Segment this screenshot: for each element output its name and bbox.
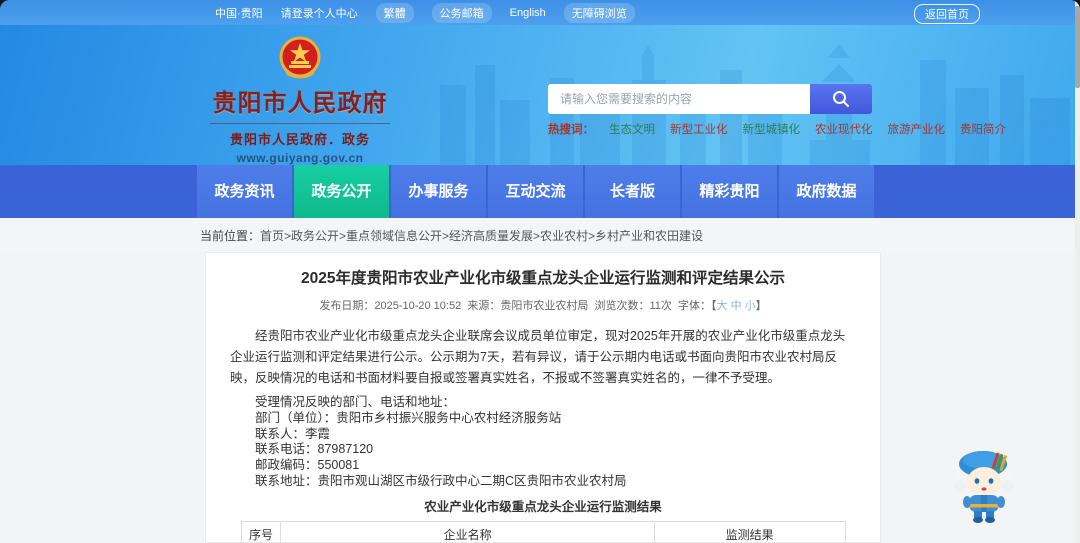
site-logo-block[interactable]: 贵阳市人民政府 贵阳市人民政府．政务 www.guiyang.gov.cn (210, 35, 390, 165)
national-emblem-icon (279, 36, 321, 79)
site-header-banner: 贵阳市人民政府 贵阳市人民政府．政务 www.guiyang.gov.cn 热搜… (0, 25, 1080, 165)
mascot-icon (954, 451, 1014, 523)
back-home-button[interactable]: 返回首页 (914, 4, 980, 24)
hot-search-row: 热搜词： 生态文明 新型工业化 新型城镇化 农业现代化 旅游产业化 贵阳简介 (548, 121, 1006, 137)
link-traditional-chinese[interactable]: 繁體 (375, 2, 414, 23)
hot-word-guiyang-intro[interactable]: 贵阳简介 (960, 121, 1006, 137)
hot-word-tourism[interactable]: 旅游产业化 (888, 121, 946, 137)
paragraph-accept-intro: 受理情况反映的部门、电话和地址： (255, 395, 456, 409)
monitor-result-table: 序号 企业名称 监测结果 1 贵州合力超市采购有限公司 合格 2 贵州友禾种业有… (240, 520, 846, 542)
nav-items: 政务资讯 政务公开 办事服务 互动交流 长者版 精彩贵阳 政府数据 (197, 165, 874, 218)
hot-word-industrialization[interactable]: 新型工业化 (670, 121, 728, 137)
font-size-medium-button[interactable]: 中 (731, 300, 742, 312)
breadcrumb-path[interactable]: 首页>政务公开>重点领域信息公开>经济高质量发展>农业农村>乡村产业和农田建设 (260, 227, 703, 244)
article-title: 2025年度贵阳市农业产业化市级重点龙头企业运行监测和评定结果公示 (301, 270, 785, 287)
source-label: 来源： (467, 300, 501, 312)
nav-item-interaction[interactable]: 互动交流 (488, 165, 583, 218)
paragraph-postal-code: 邮政编码：550081 (255, 458, 360, 473)
hot-word-ecology[interactable]: 生态文明 (609, 121, 655, 137)
nav-item-gov-disclosure[interactable]: 政务公开 (294, 165, 389, 218)
article-meta: 发布日期：2025-10-20 10:52 来源：贵阳市农业农村局 浏览次数：1… (230, 297, 856, 313)
search-button[interactable] (810, 84, 872, 114)
site-title: 贵阳市人民政府 (212, 90, 388, 117)
site-url: www.guiyang.gov.cn (236, 151, 364, 165)
publish-date: 2025-10-20 10:52 (374, 300, 462, 312)
nav-item-services[interactable]: 办事服务 (391, 165, 486, 218)
site-subtitle: 贵阳市人民政府．政务 (210, 123, 390, 148)
font-size-large-button[interactable]: 大 (717, 300, 728, 312)
search-icon (833, 91, 849, 107)
hot-search-label: 热搜词： (548, 124, 594, 136)
paragraph-department: 部门（单位）：贵阳市乡村振兴服务中心农村经济服务站 (255, 410, 562, 425)
link-official-mail[interactable]: 公务邮箱 (431, 2, 492, 23)
paragraph-contact-phone: 联系电话：87987120 (255, 442, 374, 457)
views-value: 11次 (649, 300, 672, 312)
mascot-widget[interactable] (948, 444, 1020, 529)
table-header-row: 序号 企业名称 监测结果 (240, 520, 846, 542)
search-input[interactable] (548, 84, 810, 114)
hot-word-urbanization[interactable]: 新型城镇化 (743, 121, 801, 137)
source-value: 贵阳市农业农村局 (500, 300, 589, 312)
paragraph-contact-address: 联系地址：贵阳市观山湖区市级行政中心二期C区贵阳市农业农村局 (255, 473, 627, 488)
article-body: 经贵阳市农业产业化市级重点龙头企业联席会议成员单位审定，现对2025年开展的农业… (230, 326, 856, 490)
main-navigation: 政务资讯 政务公开 办事服务 互动交流 长者版 精彩贵阳 政府数据 (0, 165, 1080, 218)
nav-item-splendid-guiyang[interactable]: 精彩贵阳 (682, 165, 777, 218)
header-seq: 序号 (240, 520, 282, 542)
browser-page: 中国·贵阳 请登录个人中心 繁體 公务邮箱 English 无障碍浏览 返回首页 (0, 0, 1080, 543)
paragraph-contact-person: 联系人：李霞 (255, 426, 331, 441)
header-enterprise-name: 企业名称 (280, 520, 655, 542)
link-english[interactable]: English (510, 7, 546, 19)
scrollbar-track[interactable] (1075, 0, 1080, 543)
link-china-guiyang[interactable]: 中国·贵阳 (215, 5, 263, 21)
breadcrumb-label: 当前位置： (200, 228, 261, 243)
link-accessibility[interactable]: 无障碍浏览 (563, 2, 635, 23)
topbar-links: 中国·贵阳 请登录个人中心 繁體 公务邮箱 English 无障碍浏览 (215, 2, 635, 23)
nav-item-news[interactable]: 政务资讯 (197, 165, 292, 218)
scrollbar-thumb[interactable] (1075, 6, 1080, 88)
paragraph-announcement: 经贵阳市农业产业化市级重点龙头企业联席会议成员单位审定，现对2025年开展的农业… (230, 329, 846, 385)
breadcrumb: 当前位置： 首页>政务公开>重点领域信息公开>经济高质量发展>农业农村>乡村产业… (0, 218, 1080, 252)
publish-date-label: 发布日期： (319, 300, 375, 312)
font-size-small-button[interactable]: 小 (745, 300, 756, 312)
nav-item-senior-version[interactable]: 长者版 (585, 165, 680, 218)
table-caption: 农业产业化市级重点龙头企业运行监测结果 (424, 499, 662, 514)
font-size-bracket-close: 】 (755, 300, 767, 312)
nav-item-gov-data[interactable]: 政府数据 (779, 165, 874, 218)
font-size-label: 字体： (678, 300, 712, 312)
top-utility-bar: 中国·贵阳 请登录个人中心 繁體 公务邮箱 English 无障碍浏览 返回首页 (0, 0, 1080, 25)
article-card: 2025年度贵阳市农业产业化市级重点龙头企业运行监测和评定结果公示 发布日期：2… (205, 252, 881, 543)
hot-word-agriculture[interactable]: 农业现代化 (815, 121, 873, 137)
link-login-personal-center[interactable]: 请登录个人中心 (281, 5, 358, 21)
views-label: 浏览次数： (594, 300, 650, 312)
header-monitor-result: 监测结果 (653, 520, 846, 542)
search-bar (548, 84, 872, 114)
